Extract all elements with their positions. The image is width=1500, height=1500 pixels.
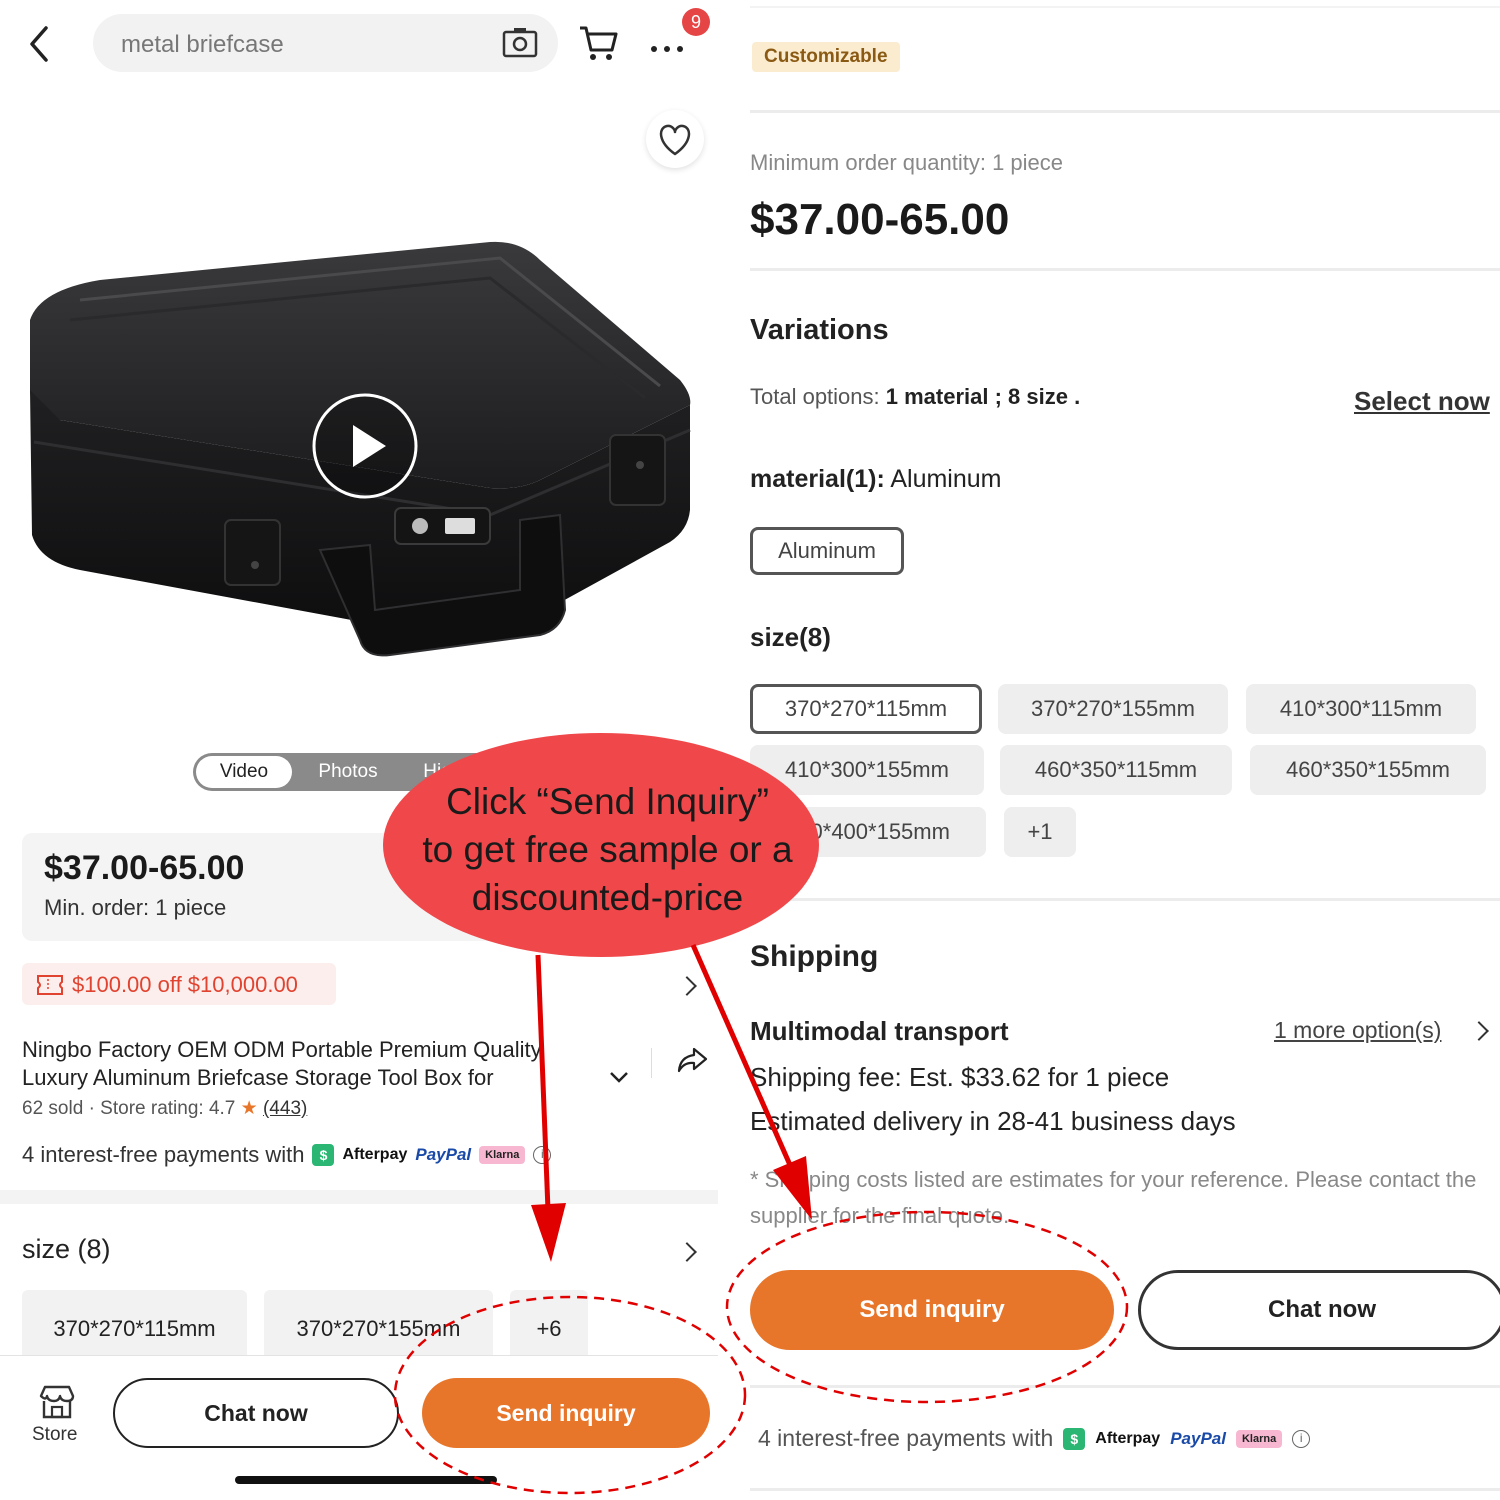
klarna-label: Klarna: [1235, 1429, 1283, 1448]
notification-badge: 9: [682, 8, 710, 36]
faded-tab: [20, 100, 26, 140]
camera-search-icon[interactable]: [502, 25, 538, 66]
more-options-link[interactable]: 1 more option(s): [1274, 1017, 1441, 1044]
customizable-badge: Customizable: [752, 42, 900, 72]
min-order-quantity: Minimum order quantity: 1 piece: [750, 150, 1064, 175]
afterpay-logo-icon: $: [1063, 1427, 1086, 1450]
heart-icon: [659, 124, 691, 156]
chevron-right-icon[interactable]: [677, 1242, 697, 1262]
review-count-link[interactable]: (443): [263, 1098, 307, 1119]
store-rating: Store rating: 4.7: [100, 1098, 236, 1119]
store-icon[interactable]: [38, 1384, 76, 1425]
size-option[interactable]: 460*350*155mm: [1250, 745, 1486, 795]
divider: [750, 1385, 1500, 1388]
divider: [750, 898, 1500, 901]
coupon-text: $100.00 off $10,000.00: [72, 972, 298, 997]
total-options: Total options: 1 material ; 8 size .: [750, 384, 1080, 410]
callout-line: to get free sample or a: [422, 829, 793, 870]
search-bar[interactable]: metal briefcase: [93, 14, 558, 72]
payment-options: 4 interest-free payments with $ Afterpay…: [758, 1425, 1311, 1452]
product-image[interactable]: [20, 150, 710, 760]
callout-line: Click “Send Inquiry”: [446, 781, 769, 822]
info-icon[interactable]: i: [1292, 1429, 1311, 1448]
more-sizes-chip[interactable]: +1: [1004, 807, 1076, 857]
payments-text: 4 interest-free payments with: [22, 1142, 305, 1167]
paypal-label: PayPal: [415, 1145, 472, 1164]
cart-icon[interactable]: [578, 24, 618, 67]
chevron-down-icon[interactable]: [609, 1070, 629, 1089]
sold-count: 62 sold: [22, 1098, 84, 1119]
chevron-right-icon[interactable]: [677, 976, 697, 996]
tab-video[interactable]: Video: [196, 756, 292, 788]
divider: [750, 6, 1500, 8]
home-indicator: [235, 1476, 497, 1484]
chat-now-button[interactable]: Chat now: [1138, 1270, 1500, 1350]
star-icon: ★: [240, 1098, 258, 1119]
klarna-label: Klarna: [479, 1146, 526, 1164]
total-options-value: 1 material ; 8 size .: [885, 384, 1081, 409]
info-icon[interactable]: i: [533, 1146, 552, 1164]
search-input[interactable]: metal briefcase: [121, 31, 284, 59]
divider: [651, 1048, 652, 1078]
material-value: Aluminum: [890, 465, 1002, 493]
size-heading: size (8): [22, 1234, 111, 1264]
shipping-note: * Shipping costs listed are estimates fo…: [750, 1167, 1477, 1228]
faded-section-tabs: [20, 100, 640, 140]
chat-now-button[interactable]: Chat now: [113, 1378, 399, 1448]
more-options-icon[interactable]: [650, 40, 684, 58]
material-label: material(1):: [750, 465, 885, 493]
send-inquiry-button[interactable]: Send inquiry: [422, 1378, 710, 1448]
size-option-selected[interactable]: 370*270*115mm: [750, 684, 982, 734]
divider: [750, 1488, 1500, 1491]
transport-method: Multimodal transport: [750, 1016, 1009, 1046]
size-option[interactable]: 410*300*115mm: [1246, 684, 1476, 734]
material-option[interactable]: Aluminum: [750, 527, 904, 575]
estimated-delivery: Estimated delivery in 28-41 business day…: [750, 1106, 1236, 1136]
coupon-icon: [36, 974, 64, 1001]
size-option[interactable]: 370*270*155mm: [998, 684, 1228, 734]
total-options-label: Total options:: [750, 384, 880, 409]
afterpay-label: Afterpay: [342, 1146, 408, 1163]
price-range: $37.00-65.00: [44, 849, 245, 887]
select-now-link[interactable]: Select now: [1354, 386, 1490, 417]
payments-text: 4 interest-free payments with: [758, 1425, 1054, 1451]
mobile-product-screen: metal briefcase 9 Video Photos Highlight…: [0, 0, 718, 1500]
size-option[interactable]: 460*350*115mm: [1000, 745, 1232, 795]
shipping-fee: Shipping fee: Est. $33.62 for 1 piece: [750, 1062, 1170, 1092]
divider: [750, 110, 1500, 113]
desktop-product-detail: Customizable Minimum order quantity: 1 p…: [720, 0, 1500, 1500]
payment-options: 4 interest-free payments with $ Afterpay…: [22, 1142, 552, 1168]
divider: [750, 268, 1500, 271]
callout-text: Click “Send Inquiry” to get free sample …: [395, 778, 820, 922]
size-label: size(8): [750, 622, 831, 652]
sales-meta: 62 sold · Store rating: 4.7 ★ (443): [22, 1098, 308, 1119]
afterpay-label: Afterpay: [1095, 1429, 1161, 1447]
afterpay-logo-icon: $: [312, 1144, 335, 1166]
shipping-title: Shipping: [750, 940, 879, 973]
chevron-right-icon[interactable]: [1469, 1021, 1489, 1041]
favorite-button[interactable]: [646, 110, 704, 168]
send-inquiry-button[interactable]: Send inquiry: [750, 1270, 1114, 1350]
paypal-label: PayPal: [1170, 1428, 1226, 1448]
price-range: $37.00-65.00: [750, 195, 1010, 244]
coupon-badge[interactable]: $100.00 off $10,000.00: [22, 963, 336, 1005]
material-row: material(1): Aluminum: [750, 465, 1002, 494]
share-icon[interactable]: [676, 1046, 708, 1079]
variations-title: Variations: [750, 314, 889, 346]
min-order: Min. order: 1 piece: [44, 895, 227, 920]
callout-line: discounted-price: [471, 877, 744, 918]
section-divider: [0, 1190, 718, 1204]
back-arrow-icon[interactable]: [22, 24, 56, 69]
tab-photos[interactable]: Photos: [298, 756, 398, 788]
product-title: Ningbo Factory OEM ODM Portable Premium …: [22, 1037, 542, 1090]
store-label[interactable]: Store: [32, 1424, 77, 1446]
